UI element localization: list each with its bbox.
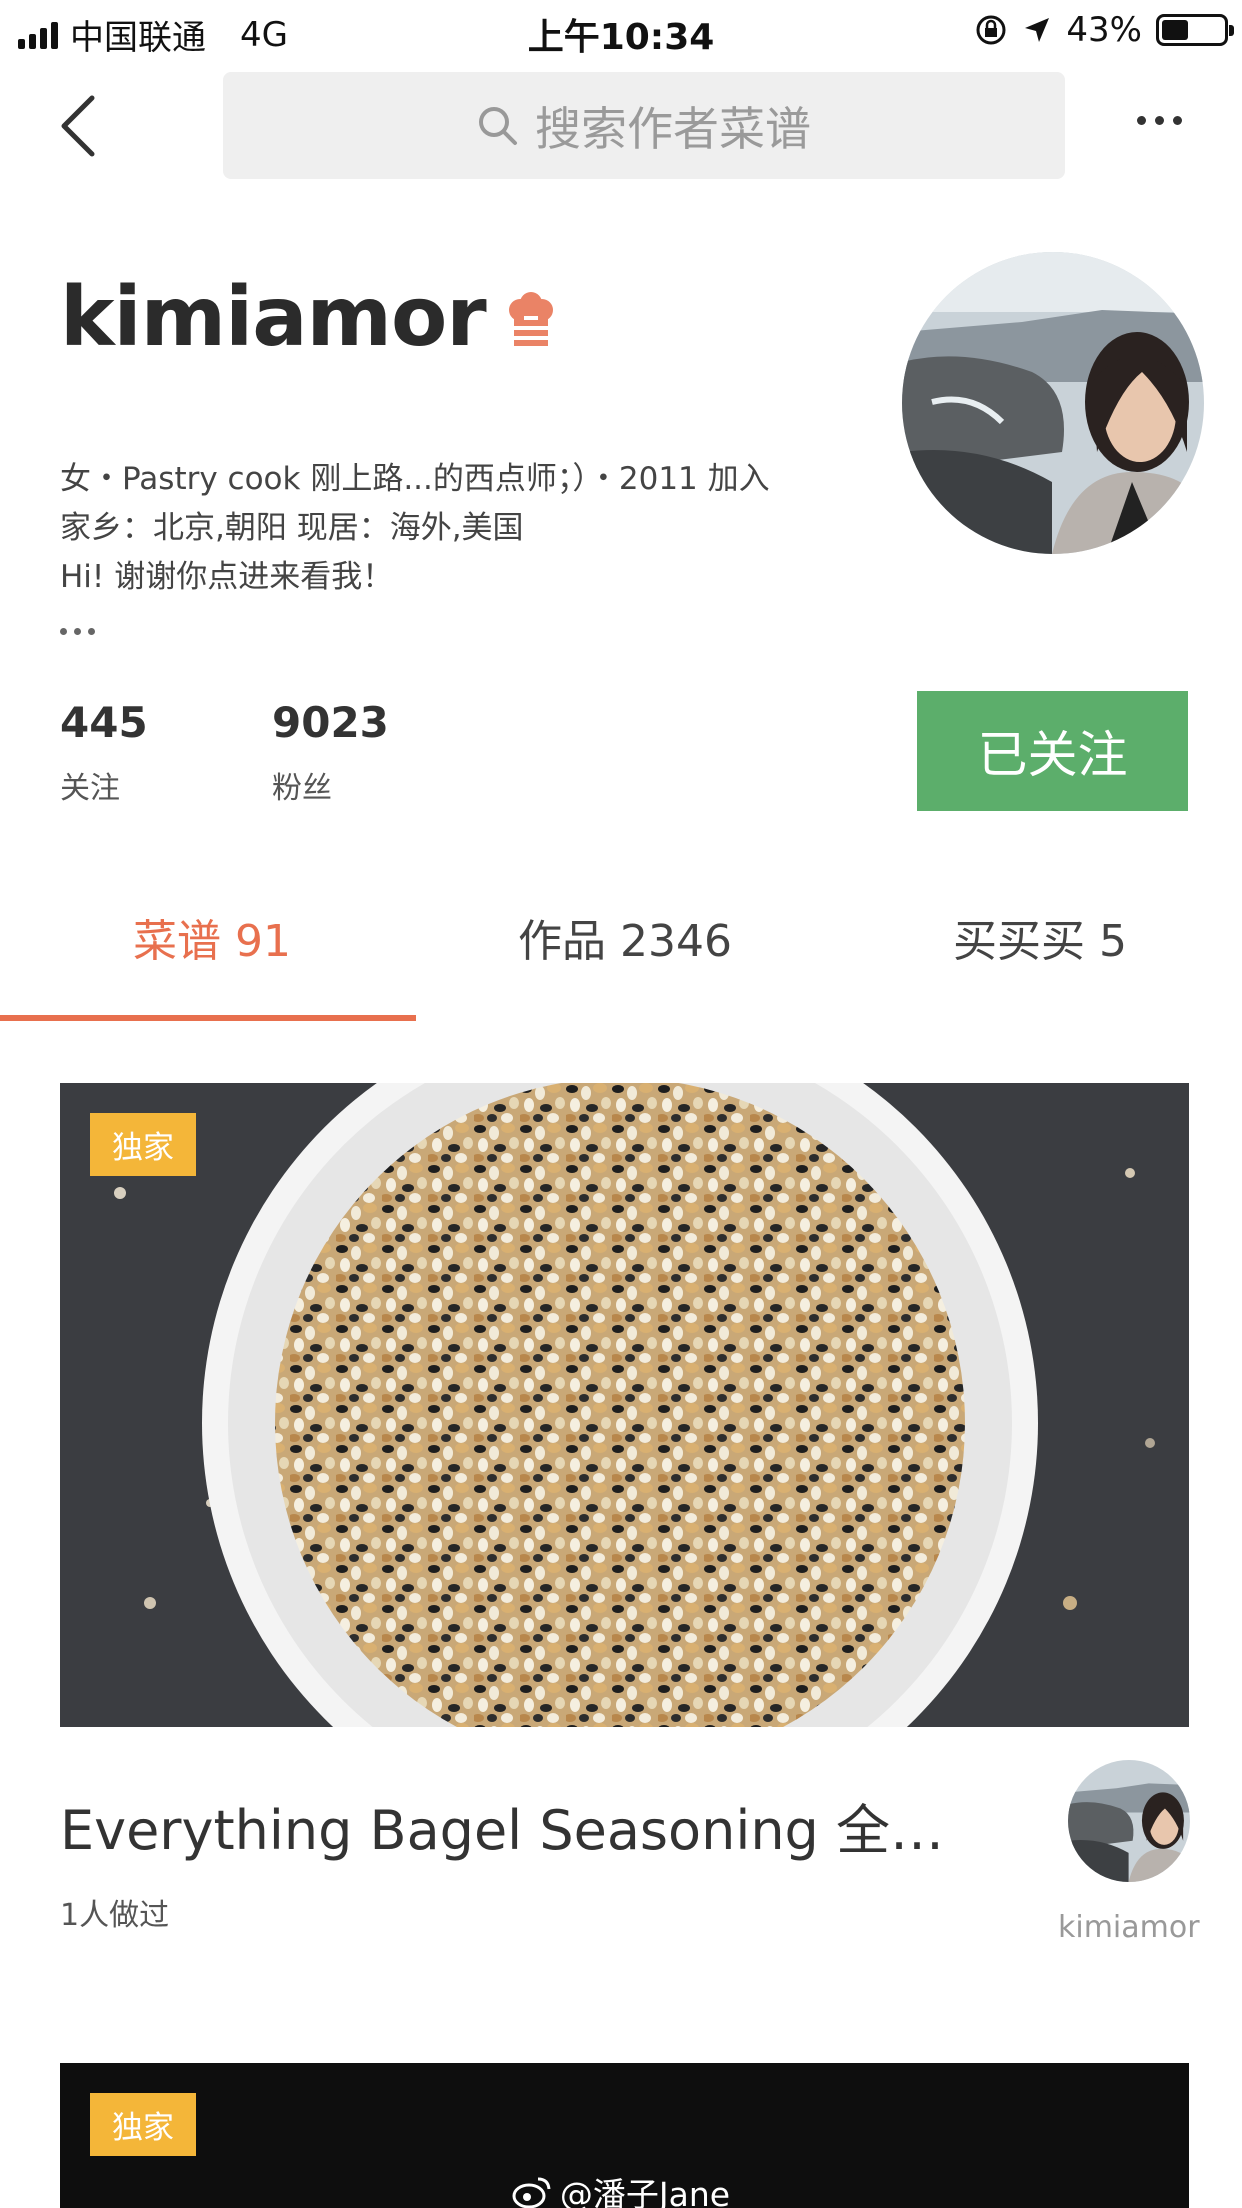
tab-recipes[interactable]: 菜谱 91	[133, 905, 291, 969]
followers-count: 9023	[272, 698, 389, 747]
bio-expand-icon[interactable]	[60, 628, 95, 635]
tab-bar: 菜谱 91 作品 2346 买买买 5	[0, 860, 1242, 1021]
nav-bar: 搜索作者菜谱	[0, 70, 1242, 182]
tab-shopping[interactable]: 买买买 5	[953, 905, 1127, 969]
exclusive-badge: 独家	[90, 2093, 196, 2156]
search-icon	[479, 106, 517, 145]
search-placeholder: 搜索作者菜谱	[535, 101, 811, 156]
status-bar: 中国联通 4G 上午10:34 43%	[0, 0, 1242, 62]
status-right: 43%	[974, 10, 1234, 50]
bio-line: Hi! 谢谢你点进来看我！	[60, 559, 394, 595]
recipe-made-count: 1人做过	[60, 1898, 170, 1933]
author-name[interactable]: kimiamor	[1058, 1910, 1200, 1945]
more-options-icon[interactable]	[1137, 116, 1182, 125]
recipe-title[interactable]: Everything Bagel Seasoning 全…	[60, 1786, 940, 1865]
back-icon[interactable]	[56, 94, 116, 158]
exclusive-badge: 独家	[90, 1113, 196, 1176]
battery-fill	[1162, 20, 1188, 40]
bio-line: 女・Pastry cook 刚上路...的西点师；）・2011 加入	[60, 461, 770, 497]
recipe-card-image[interactable]: 独家	[60, 1083, 1189, 1727]
follow-button[interactable]: 已关注	[917, 691, 1188, 811]
location-arrow-icon	[1025, 18, 1050, 42]
profile-bio: 女・Pastry cook 刚上路...的西点师；）・2011 加入 家乡：北京…	[60, 455, 770, 602]
author-avatar[interactable]	[1068, 1760, 1190, 1882]
followers-stat[interactable]: 9023 粉丝	[272, 698, 389, 807]
following-count: 445	[60, 698, 148, 747]
chef-hat-icon	[508, 291, 553, 346]
watermark-text: @潘子Jane	[559, 2175, 731, 2208]
weibo-icon	[512, 2177, 551, 2208]
followers-label: 粉丝	[272, 771, 332, 806]
watermark: @潘子Jane	[0, 2168, 1242, 2208]
battery-percent: 43%	[1066, 10, 1142, 50]
profile-avatar[interactable]	[902, 252, 1204, 554]
profile-header: kimiamor	[60, 270, 558, 365]
tab-active-indicator	[0, 1015, 416, 1021]
tab-works[interactable]: 作品 2346	[518, 905, 732, 969]
battery-icon	[1156, 14, 1234, 46]
rotation-lock-icon	[976, 15, 1006, 45]
following-stat[interactable]: 445 关注	[60, 698, 148, 807]
following-label: 关注	[60, 771, 120, 806]
profile-name: kimiamor	[60, 270, 487, 365]
search-input[interactable]: 搜索作者菜谱	[223, 72, 1065, 179]
bio-line: 家乡：北京,朝阳 现居：海外,美国	[60, 510, 524, 546]
